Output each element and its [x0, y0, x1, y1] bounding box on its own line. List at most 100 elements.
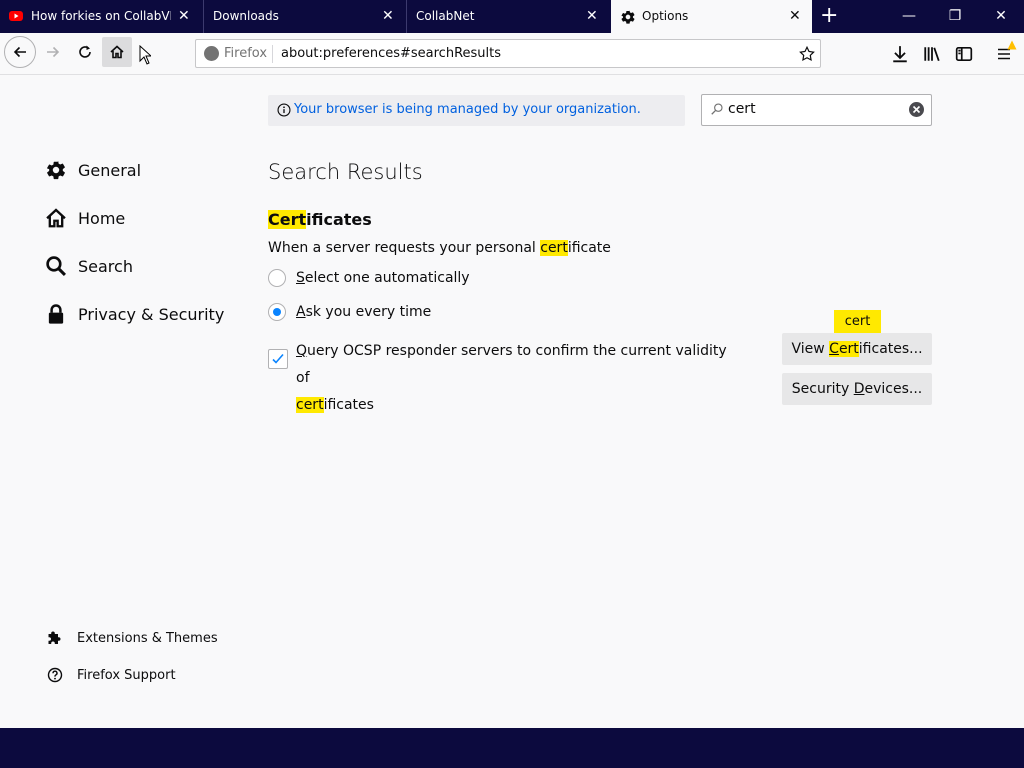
search-highlight: Cert [829, 341, 859, 357]
lock-icon [45, 303, 67, 325]
close-tab-icon[interactable]: ✕ [178, 8, 190, 24]
checkmark-icon [272, 353, 284, 364]
category-home[interactable]: Home [45, 204, 125, 232]
tab-title: Downloads [213, 9, 279, 23]
search-highlight: cert [296, 397, 324, 413]
extensions-themes-link[interactable]: Extensions & Themes [47, 628, 218, 648]
ocsp-checkbox[interactable] [268, 349, 288, 369]
forward-button[interactable] [38, 37, 68, 67]
accesskey: C [829, 341, 839, 357]
sidebar-toggle-icon[interactable] [955, 45, 973, 63]
label-text-end: ificates... [858, 341, 923, 357]
tab-collabnet[interactable]: CollabNet ✕ [407, 0, 610, 33]
preferences-search-box[interactable]: cert [701, 94, 932, 126]
category-label: Search [78, 256, 133, 276]
preferences-content: Your browser is being managed by your or… [0, 75, 1024, 728]
tab-strip: How forkies on CollabVM a ✕ Downloads ✕ … [0, 0, 1024, 33]
library-icon[interactable] [923, 45, 941, 63]
clear-search-icon[interactable] [909, 102, 924, 117]
footer-label: Firefox Support [77, 667, 176, 683]
reload-icon [79, 45, 91, 58]
category-general[interactable]: General [45, 156, 141, 184]
close-tab-icon[interactable]: ✕ [586, 8, 598, 24]
radio-label: Ask you every time [296, 304, 431, 320]
mouse-cursor-icon [139, 45, 151, 65]
policies-notice: Your browser is being managed by your or… [268, 95, 685, 126]
tab-title: How forkies on CollabVM a [31, 9, 171, 23]
accesskey: D [853, 381, 865, 397]
footer-label: Extensions & Themes [77, 630, 218, 646]
firefox-support-link[interactable]: Firefox Support [47, 665, 176, 685]
security-devices-button[interactable]: Security Devices... [782, 373, 932, 405]
reload-button[interactable] [70, 37, 100, 67]
search-highlight: cert [540, 240, 568, 256]
info-icon [277, 103, 291, 117]
menu-button[interactable] [996, 40, 1018, 64]
downloads-icon[interactable] [891, 45, 909, 63]
search-highlight: Cert [268, 210, 307, 229]
category-privacy[interactable]: Privacy & Security [45, 300, 224, 328]
radio-button[interactable] [268, 269, 286, 287]
accesskey: Q [296, 343, 308, 359]
policies-notice-link[interactable]: Your browser is being managed by your or… [294, 102, 641, 117]
tab-title: CollabNet [416, 9, 475, 23]
window-close-button[interactable]: ✕ [978, 0, 1024, 33]
radio-button-checked[interactable] [268, 303, 286, 321]
label-text-end: ificates [323, 397, 374, 413]
identity-label: Firefox [224, 46, 268, 61]
button-label: View Certificates... [791, 341, 923, 357]
page-title: Search Results [268, 160, 423, 184]
highlight-text: ert [838, 341, 859, 357]
label-text-end: evices... [864, 381, 923, 397]
certificate-description: When a server requests your personal cer… [268, 240, 611, 256]
back-button[interactable] [4, 36, 36, 68]
home-icon [110, 45, 124, 59]
label-text: View [791, 341, 830, 357]
gear-icon [45, 159, 67, 181]
description-text: When a server requests your personal [268, 240, 541, 256]
url-text[interactable]: about:preferences#searchResults [281, 46, 501, 61]
urlbar-divider [272, 45, 273, 63]
search-input[interactable]: cert [728, 101, 756, 117]
firefox-identity-icon [204, 46, 219, 61]
button-label: Security Devices... [792, 381, 922, 397]
url-bar[interactable]: Firefox about:preferences#searchResults [195, 39, 821, 68]
taskbar [0, 728, 1024, 768]
label-text: sk you every time [305, 304, 432, 320]
close-tab-icon[interactable]: ✕ [382, 8, 394, 24]
radio-select-automatically[interactable]: Select one automatically [268, 268, 470, 288]
certificates-section-title: Certificates [268, 210, 372, 229]
gear-icon [620, 9, 636, 28]
home-icon [45, 207, 67, 229]
warning-badge-icon [1007, 40, 1017, 50]
tab-collabvm[interactable]: How forkies on CollabVM a ✕ [0, 0, 203, 33]
restore-button[interactable]: ❐ [932, 0, 978, 33]
bookmark-star-icon[interactable] [798, 45, 816, 63]
tab-downloads[interactable]: Downloads ✕ [204, 0, 406, 33]
new-tab-button[interactable]: + [820, 3, 838, 29]
label-text: uery OCSP responder servers to confirm t… [296, 343, 727, 386]
forward-arrow-icon [47, 46, 60, 58]
close-tab-icon[interactable]: ✕ [789, 8, 801, 24]
radio-ask-every-time[interactable]: Ask you every time [268, 302, 431, 322]
home-button[interactable] [102, 37, 132, 67]
label-text: elect one automatically [304, 270, 470, 286]
radio-label: Select one automatically [296, 270, 470, 286]
description-text-end: ificate [567, 240, 611, 256]
category-label: General [78, 160, 142, 180]
magnifier-icon [45, 255, 67, 277]
accesskey: A [296, 304, 306, 320]
puzzle-icon [47, 630, 63, 646]
search-tooltip: cert [834, 310, 881, 333]
section-title-rest: ificates [306, 210, 372, 229]
help-icon [47, 667, 63, 683]
ocsp-label: Query OCSP responder servers to confirm … [296, 338, 736, 419]
accesskey: S [296, 270, 305, 286]
back-arrow-icon [13, 46, 26, 58]
tab-options[interactable]: Options ✕ [611, 0, 812, 33]
label-text: Security [791, 381, 854, 397]
view-certificates-button[interactable]: View Certificates... [782, 333, 932, 365]
tab-title: Options [642, 9, 689, 23]
category-search[interactable]: Search [45, 252, 133, 280]
minimize-button[interactable]: — [886, 0, 932, 33]
